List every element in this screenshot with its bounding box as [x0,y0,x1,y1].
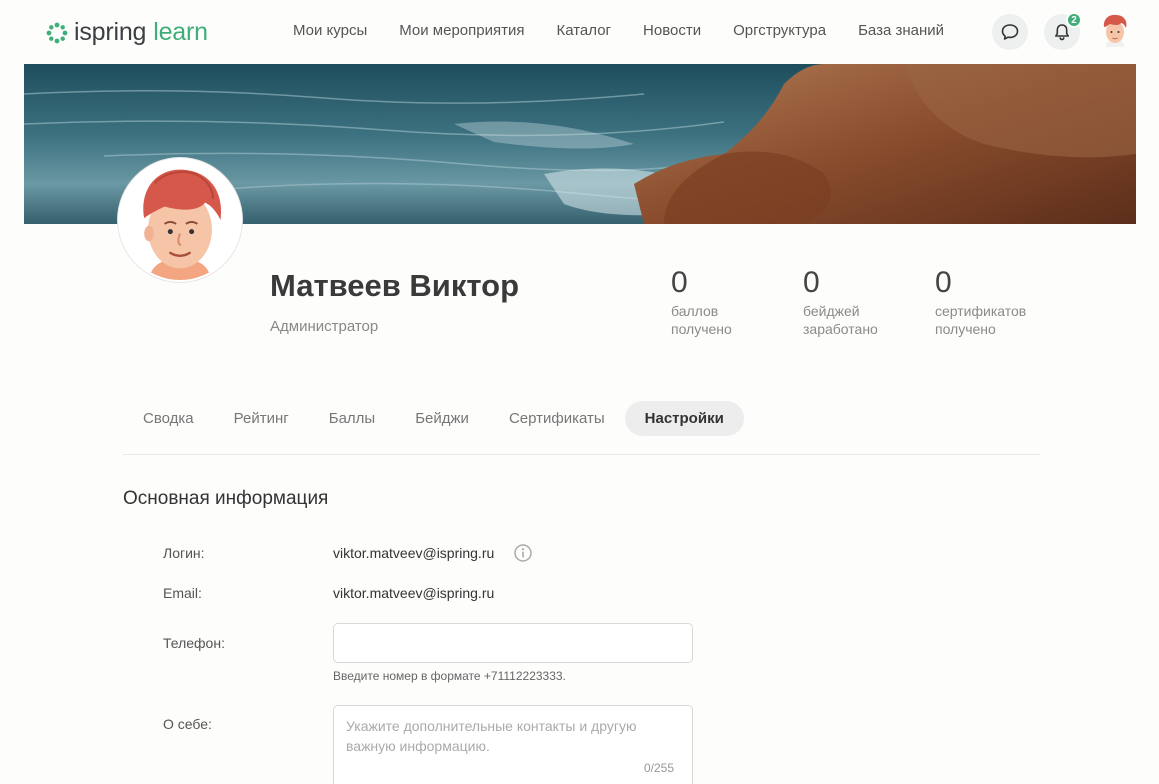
tab-summary[interactable]: Сводка [123,401,214,436]
phone-hint: Введите номер в формате +71112223333. [333,669,566,683]
about-label: О себе: [163,716,212,732]
stat-badges-label-line2: заработано [803,321,878,337]
nav-catalog[interactable]: Каталог [556,22,611,39]
nav-news[interactable]: Новости [643,22,701,39]
logo-text-learn: learn [153,18,208,46]
chat-icon [1001,24,1019,40]
profile-name: Матвеев Виктор [270,268,520,303]
stat-points-label-line2: получено [671,321,732,337]
logo-text-ispring: ispring [74,18,147,46]
stat-points-label: баллов получено [671,302,801,338]
nav-my-courses[interactable]: Мои курсы [293,22,367,39]
tabs-divider [123,454,1040,455]
about-char-counter: 0/255 [644,761,675,775]
tab-points[interactable]: Баллы [309,401,395,436]
stat-certificates-label-line1: сертификатов [935,303,1027,319]
nav-org-structure[interactable]: Оргструктура [733,22,826,39]
user-avatar[interactable] [1100,13,1130,51]
nav-knowledge-base[interactable]: База знаний [858,22,944,39]
stat-points-label-line1: баллов [671,303,719,319]
nav-my-events[interactable]: Мои мероприятия [399,22,524,39]
stat-certificates-label-line2: получено [935,321,996,337]
email-value: viktor.matveev@ispring.ru [333,585,495,601]
phone-input[interactable] [333,623,693,663]
stat-points-value: 0 [671,266,688,299]
phone-label: Телефон: [163,635,225,651]
ispring-logo[interactable]: ispring learn [46,18,208,47]
login-label: Логин: [163,545,205,561]
tab-certificates[interactable]: Сертификаты [489,401,625,436]
tab-rating[interactable]: Рейтинг [214,401,309,436]
tab-settings[interactable]: Настройки [624,401,744,436]
profile-tabs: Сводка Рейтинг Баллы Бейджи Сертификаты … [123,401,744,436]
logo-icon [46,22,68,43]
stat-badges-label-line1: бейджей [803,303,860,319]
stat-points: 0 баллов получено [671,266,801,338]
profile-avatar[interactable] [118,158,242,282]
stat-badges-value: 0 [803,266,820,299]
about-textarea[interactable] [333,705,693,784]
chat-button[interactable] [992,14,1028,50]
profile-role: Администратор [270,318,379,335]
stat-certificates-label: сертификатов получено [935,302,1065,338]
tab-badges[interactable]: Бейджи [395,401,489,436]
section-title: Основная информация [123,488,329,509]
stat-badges-label: бейджей заработано [803,302,933,338]
login-value: viktor.matveev@ispring.ru [333,545,495,561]
stat-certificates: 0 сертификатов получено [935,266,1065,338]
email-label: Email: [163,585,202,601]
notifications-button[interactable]: 2 [1044,12,1082,50]
stat-certificates-value: 0 [935,266,952,299]
main-nav: Мои курсы Мои мероприятия Каталог Новост… [293,22,976,39]
notifications-badge: 2 [1066,12,1082,28]
top-header: ispring learn Мои курсы Мои мероприятия К… [0,0,1159,64]
info-icon[interactable] [513,543,533,563]
stat-badges: 0 бейджей заработано [803,266,933,338]
